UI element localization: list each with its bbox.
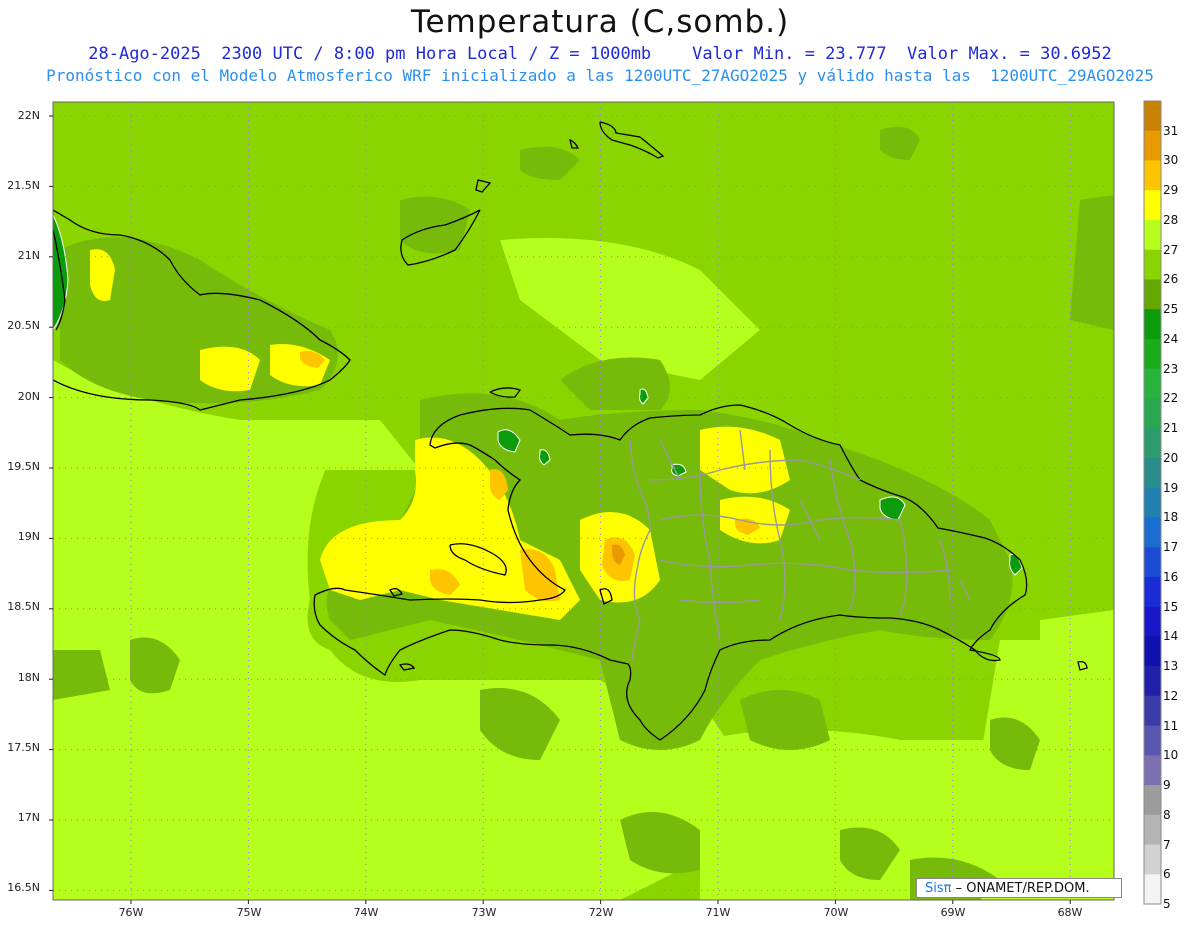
- colorbar-label: 17: [1163, 540, 1179, 555]
- colorbar-label: 13: [1163, 659, 1179, 674]
- colorbar-swatch: [1144, 368, 1161, 399]
- lat-label: 19.5N: [7, 460, 40, 473]
- colorbar-swatch: [1144, 695, 1161, 727]
- colorbar-swatch: [1144, 517, 1161, 548]
- lon-label: 70W: [823, 906, 849, 919]
- colorbar-swatch: [1144, 428, 1161, 459]
- lat-label: 18N: [17, 671, 40, 684]
- lon-label: 75W: [236, 906, 262, 919]
- colorbar-label: 24: [1163, 331, 1179, 346]
- lat-label: 17.5N: [7, 741, 40, 754]
- colorbar-swatch: [1144, 398, 1161, 429]
- colorbar-swatch: [1144, 487, 1161, 518]
- lat-label: 20N: [17, 390, 40, 403]
- colorbar-swatch: [1144, 457, 1161, 489]
- colorbar: [1143, 100, 1162, 905]
- colorbar-swatch: [1144, 279, 1161, 310]
- colorbar-label: 18: [1163, 510, 1179, 525]
- colorbar-label: 9: [1163, 778, 1171, 793]
- colorbar-label: 11: [1163, 718, 1179, 733]
- lat-label: 21.5N: [7, 179, 40, 192]
- colorbar-swatch: [1144, 785, 1161, 816]
- colorbar-label: 15: [1163, 599, 1179, 614]
- colorbar-label: 31: [1163, 123, 1179, 138]
- lat-label: 18.5N: [7, 600, 40, 613]
- lat-label: 20.5N: [7, 319, 40, 332]
- colorbar-label: 12: [1163, 688, 1179, 703]
- colorbar-swatch: [1144, 874, 1161, 905]
- colorbar-label: 8: [1163, 807, 1171, 822]
- lon-label: 72W: [588, 906, 614, 919]
- colorbar-swatch: [1144, 606, 1161, 637]
- colorbar-swatch: [1144, 130, 1161, 161]
- colorbar-label: 20: [1163, 450, 1179, 465]
- colorbar-label: 23: [1163, 361, 1179, 376]
- colorbar-swatch: [1144, 249, 1161, 280]
- colorbar-swatch: [1144, 547, 1161, 578]
- colorbar-swatch: [1144, 576, 1161, 608]
- colorbar-label: 28: [1163, 212, 1179, 227]
- colorbar-swatch: [1144, 338, 1161, 370]
- lat-label: 21N: [17, 249, 40, 262]
- colorbar-label: 14: [1163, 629, 1179, 644]
- colorbar-label: 6: [1163, 867, 1171, 882]
- colorbar-swatch: [1144, 309, 1161, 340]
- sispi-logo: Sisπ: [925, 881, 952, 896]
- lat-label: 22N: [17, 109, 40, 122]
- lon-label: 71W: [705, 906, 731, 919]
- colorbar-label: 30: [1163, 153, 1179, 168]
- lon-label: 73W: [471, 906, 497, 919]
- lon-label: 74W: [353, 906, 379, 919]
- temperature-map: [49, 100, 1162, 905]
- colorbar-label: 19: [1163, 480, 1179, 495]
- colorbar-label: 7: [1163, 837, 1171, 852]
- colorbar-label: 10: [1163, 748, 1179, 763]
- lon-label: 68W: [1057, 906, 1083, 919]
- colorbar-swatch: [1144, 814, 1161, 846]
- lat-label: 16.5N: [7, 881, 40, 894]
- colorbar-swatch: [1144, 666, 1161, 697]
- colorbar-swatch: [1144, 844, 1161, 875]
- lat-label: 19N: [17, 530, 40, 543]
- colorbar-swatch: [1144, 190, 1161, 221]
- lon-label: 69W: [940, 906, 966, 919]
- colorbar-swatch: [1144, 101, 1161, 132]
- colorbar-swatch: [1144, 636, 1161, 667]
- lon-label: 76W: [118, 906, 144, 919]
- colorbar-label: 27: [1163, 242, 1179, 257]
- colorbar-swatch: [1144, 160, 1161, 191]
- colorbar-label: 16: [1163, 569, 1179, 584]
- colorbar-label: 22: [1163, 391, 1179, 406]
- colorbar-label: 5: [1163, 897, 1171, 911]
- colorbar-label: 25: [1163, 302, 1179, 317]
- credit-box: Sisπ – ONAMET/REP.DOM.: [916, 878, 1122, 898]
- colorbar-swatch: [1144, 755, 1161, 786]
- colorbar-swatch: [1144, 725, 1161, 756]
- colorbar-label: 29: [1163, 183, 1179, 198]
- colorbar-swatch: [1144, 219, 1161, 251]
- colorbar-label: 21: [1163, 421, 1179, 436]
- lat-label: 17N: [17, 811, 40, 824]
- colorbar-label: 26: [1163, 272, 1179, 287]
- credit-text: – ONAMET/REP.DOM.: [955, 881, 1090, 896]
